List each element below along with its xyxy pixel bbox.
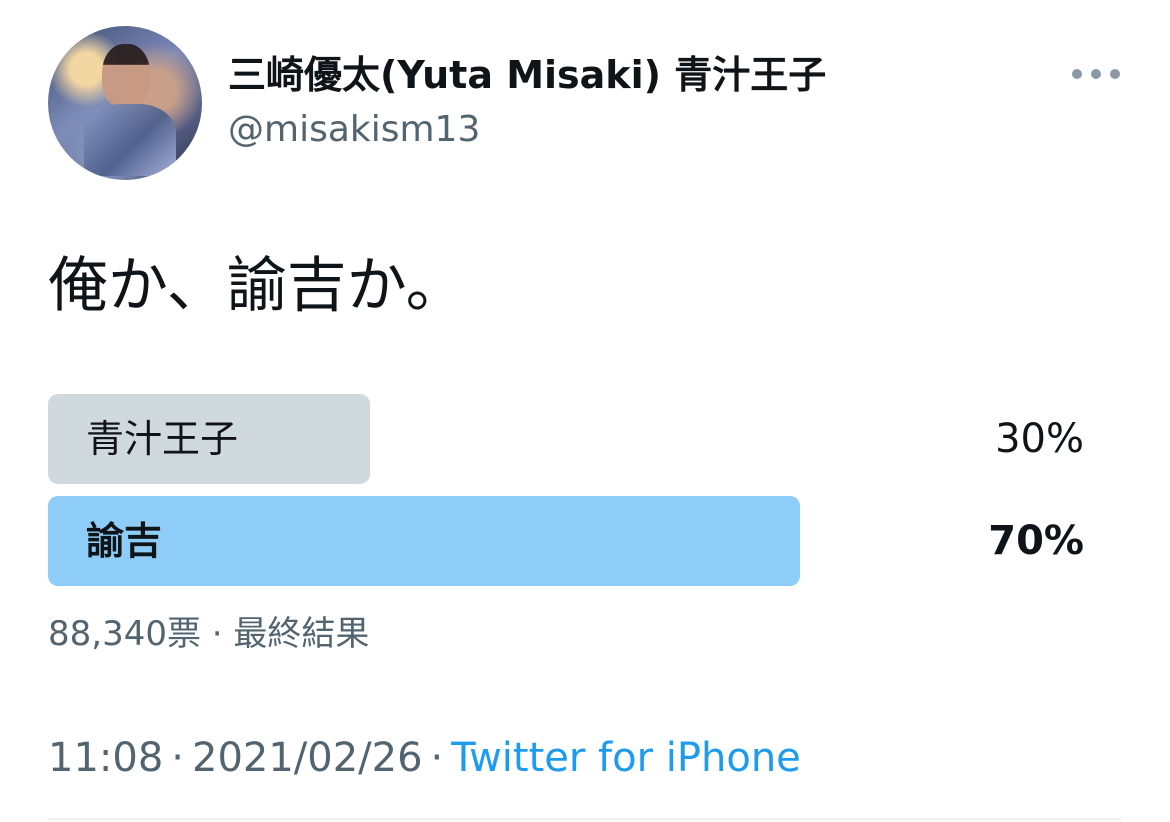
poll-option-1: 青汁王子 30% <box>48 394 1108 484</box>
tweet-time: 11:08 <box>48 735 164 781</box>
more-dot-icon <box>1072 69 1082 79</box>
tweet-text: 俺か、諭吉か。 <box>48 251 466 321</box>
timestamp-separator: · <box>171 735 184 781</box>
more-horizontal-icon[interactable] <box>1072 64 1120 84</box>
more-dot-icon <box>1110 69 1120 79</box>
poll-option-label: 諭吉 <box>86 519 163 563</box>
display-name[interactable]: 三崎優太(Yuta Misaki) 青汁王子 <box>228 52 826 98</box>
user-handle[interactable]: @misakism13 <box>228 108 480 152</box>
tweet-source-link[interactable]: Twitter for iPhone <box>451 735 801 781</box>
avatar[interactable] <box>48 26 202 180</box>
more-dot-icon <box>1091 69 1101 79</box>
tweet-timestamp: 11:08 · 2021/02/26 · Twitter for iPhone <box>48 734 801 782</box>
poll-option-percent: 70% <box>988 518 1084 564</box>
source-separator: · <box>430 735 444 781</box>
divider <box>48 818 1122 820</box>
tweet-date: 2021/02/26 <box>192 735 423 781</box>
poll-option-label: 青汁王子 <box>86 417 239 461</box>
poll-option-2: 諭吉 70% <box>48 496 1108 586</box>
poll-option-percent: 30% <box>995 416 1084 462</box>
poll-meta: 88,340票 · 最終結果 <box>48 614 370 654</box>
